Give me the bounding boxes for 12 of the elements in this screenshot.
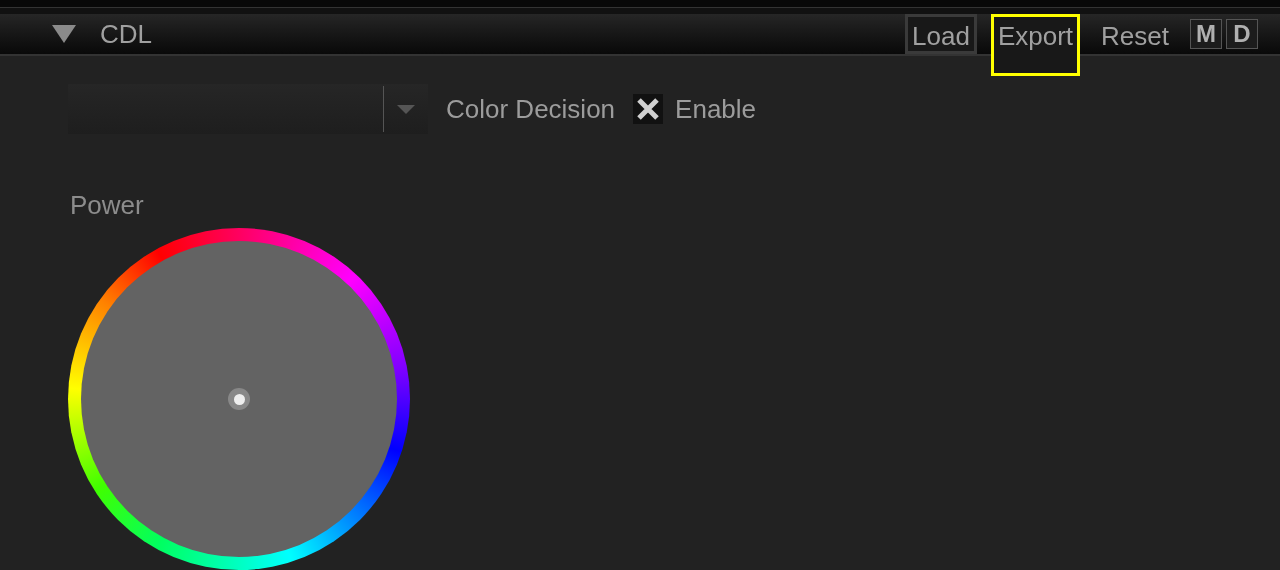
enable-checkbox[interactable]: [633, 94, 664, 124]
section-title: CDL: [100, 17, 152, 51]
wheel-puck-icon[interactable]: [228, 388, 250, 410]
mode-button[interactable]: D: [1226, 19, 1258, 49]
field-label: Color Decision: [446, 92, 616, 126]
toolbar-button[interactable]: Load: [905, 14, 977, 54]
toolbar-button[interactable]: Reset: [1094, 14, 1176, 54]
checkbox-label: Enable: [675, 92, 757, 126]
wheel-label: Power: [70, 192, 145, 218]
toolbar-button[interactable]: Export: [990, 14, 1081, 76]
mode-button[interactable]: M: [1190, 19, 1222, 49]
collapse-triangle-icon[interactable]: [52, 24, 76, 44]
